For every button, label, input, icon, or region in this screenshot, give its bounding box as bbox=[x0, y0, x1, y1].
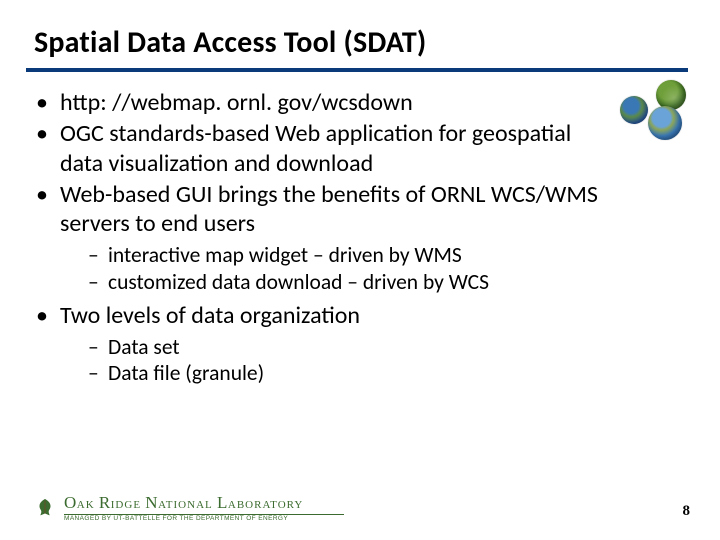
sub-bullet-text: interactive map widget – driven by WMS bbox=[108, 242, 462, 268]
sub-bullet-text: customized data download – driven by WCS bbox=[108, 269, 489, 295]
oak-leaf-icon bbox=[34, 497, 56, 519]
title-divider bbox=[26, 68, 688, 72]
bullet-item: Two levels of data organization Data set… bbox=[34, 301, 682, 387]
sub-bullet-text: Data set bbox=[108, 334, 180, 360]
bullet-item: OGC standards-based Web application for … bbox=[34, 119, 600, 178]
lab-text: Oak Ridge National Laboratory MANAGED BY… bbox=[64, 494, 344, 523]
sub-bullet-item: customized data download – driven by WCS bbox=[88, 269, 600, 295]
bullet-text: http: //webmap. ornl. gov/wcsdown bbox=[60, 88, 413, 117]
bullet-text: Web-based GUI brings the benefits of ORN… bbox=[60, 180, 598, 238]
sub-bullet-item: Data file (granule) bbox=[88, 360, 682, 386]
sub-bullet-text: Data file (granule) bbox=[108, 360, 264, 386]
bullet-text: OGC standards-based Web application for … bbox=[60, 119, 571, 177]
lab-name: Oak Ridge National Laboratory bbox=[64, 494, 344, 512]
bullet-text: Two levels of data organization bbox=[60, 301, 360, 330]
bullet-item: http: //webmap. ornl. gov/wcsdown bbox=[34, 88, 682, 117]
lab-managed-by: MANAGED BY UT-BATTELLE FOR THE DEPARTMEN… bbox=[64, 516, 344, 523]
bullet-item: Web-based GUI brings the benefits of ORN… bbox=[34, 180, 600, 295]
slide-body: http: //webmap. ornl. gov/wcsdown OGC st… bbox=[34, 88, 682, 392]
slide-title: Spatial Data Access Tool (SDAT) bbox=[34, 24, 426, 61]
sub-bullet-item: interactive map widget – driven by WMS bbox=[88, 242, 600, 268]
footer-logo: Oak Ridge National Laboratory MANAGED BY… bbox=[34, 494, 344, 523]
sub-bullet-item: Data set bbox=[88, 334, 682, 360]
page-number: 8 bbox=[683, 503, 691, 520]
slide: Spatial Data Access Tool (SDAT) http: //… bbox=[0, 0, 720, 540]
